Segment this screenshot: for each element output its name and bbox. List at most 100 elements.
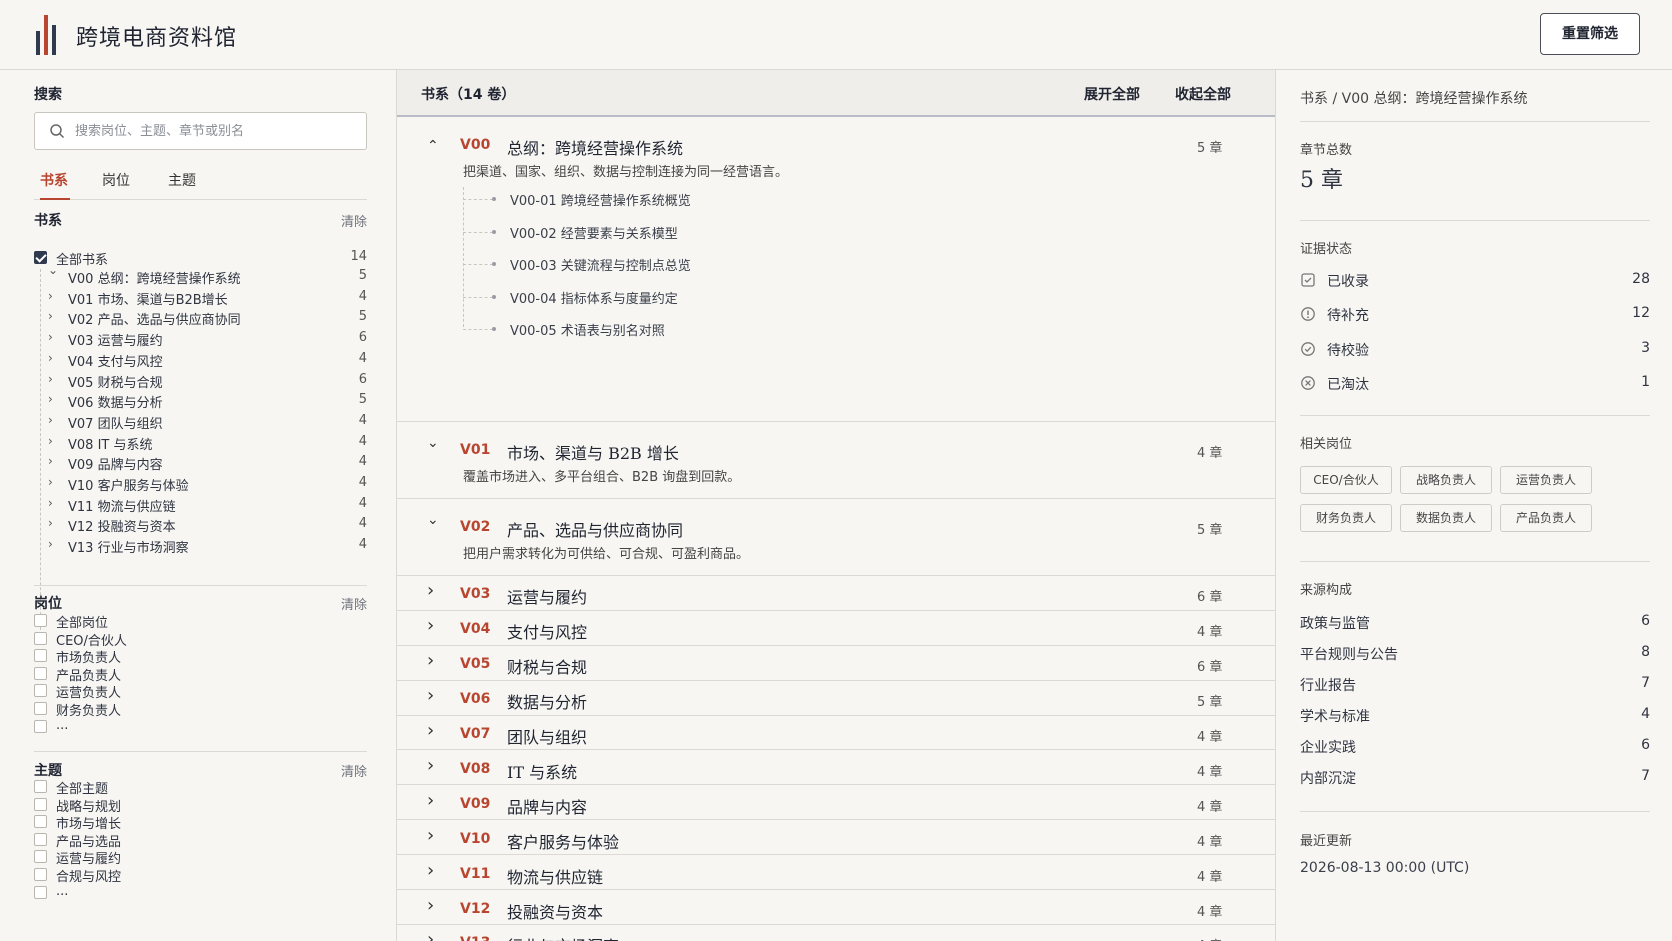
evidence-status-row[interactable]: 已淘汰 1 [1300,372,1650,394]
volume-item[interactable]: › V10 客户服务与体验 4 章 [397,820,1275,856]
chevron-right-icon[interactable]: › [48,434,58,448]
chevron-right-icon[interactable]: › [48,475,58,489]
series-tree-item[interactable]: › V10 客户服务与体验 4 [48,474,367,494]
chevron-right-icon[interactable]: › [48,289,58,303]
chapter-item[interactable]: V00-04 指标体系与度量约定 [463,288,763,308]
tab-roles[interactable]: 岗位 [102,170,130,200]
chevron-right-icon[interactable]: › [427,860,434,881]
series-tree-item[interactable]: › V05 财税与合规 6 [48,371,367,391]
series-tree-item[interactable]: › V08 IT 与系统 4 [48,433,367,453]
chevron-right-icon[interactable]: › [427,929,434,941]
series-tree-item-label: V05 财税与合规 [68,375,163,391]
role-filter-checkbox[interactable] [34,684,47,698]
chevron-right-icon[interactable]: › [427,825,434,846]
volume-item[interactable]: ⌃ V00 总纲：跨境经营操作系统 5 章把渠道、国家、组织、数据与控制连接为同一经营… [397,117,1275,422]
volume-item[interactable]: › V09 品牌与内容 4 章 [397,785,1275,821]
chevron-right-icon[interactable]: › [48,392,58,406]
chevron-right-icon[interactable]: › [427,580,434,601]
chevron-right-icon[interactable]: › [427,615,434,636]
role-chip[interactable]: 运营负责人 [1500,466,1592,494]
role-chip[interactable]: 战略负责人 [1400,466,1492,494]
evidence-status-row[interactable]: 待补充 12 [1300,303,1650,325]
chevron-down-icon[interactable]: ⌄ [427,435,439,451]
volume-item[interactable]: › V03 运营与履约 6 章 [397,576,1275,611]
series-tree-item[interactable]: › V02 产品、选品与供应商协同 5 [48,308,367,328]
series-all-option[interactable]: 全部书系 14 [34,248,367,268]
search-input[interactable] [75,121,355,141]
series-tree-item[interactable]: ⌄ V00 总纲：跨境经营操作系统 5 [48,263,367,287]
series-tree-item[interactable]: › V06 数据与分析 5 [48,391,367,411]
chevron-right-icon[interactable]: › [48,454,58,468]
topic-filter-checkbox[interactable] [34,797,47,811]
tab-series[interactable]: 书系 [40,170,70,200]
chevron-right-icon[interactable]: › [48,351,58,365]
volume-item[interactable]: › V04 支付与风控 4 章 [397,611,1275,646]
search-box[interactable] [34,112,367,150]
chevron-right-icon[interactable]: › [48,330,58,344]
chevron-right-icon[interactable]: › [427,685,434,706]
series-all-checkbox[interactable] [34,251,47,264]
topic-filter-checkbox[interactable] [34,885,47,899]
topic-filter-checkbox[interactable] [34,850,47,864]
series-tree-item[interactable]: › V01 市场、渠道与B2B增长 4 [48,288,367,308]
volume-item[interactable]: ⌄ V02 产品、选品与供应商协同 5 章把用户需求转化为可供给、可合规、可盈利商品。 [397,499,1275,576]
volume-item[interactable]: › V13 行业与市场洞察 4 章 [397,925,1275,941]
volume-item[interactable]: › V07 团队与组织 4 章 [397,716,1275,751]
role-chip[interactable]: 数据负责人 [1400,504,1492,532]
role-filter-option[interactable]: ... [34,717,367,737]
chapter-item[interactable]: V00-03 关键流程与控制点总览 [463,255,763,275]
role-chip[interactable]: CEO/合伙人 [1300,466,1392,494]
role-filter-checkbox[interactable] [34,614,47,627]
chevron-right-icon[interactable]: › [48,372,58,386]
series-tree-item[interactable]: › V09 品牌与内容 4 [48,453,367,473]
topic-filter-option[interactable]: ... [34,883,367,903]
chevron-right-icon[interactable]: › [48,496,58,510]
topic-filter-checkbox[interactable] [34,868,47,881]
series-tree-item[interactable]: › V03 运营与履约 6 [48,329,367,349]
topic-filter-checkbox[interactable] [34,832,47,846]
chevron-right-icon[interactable]: › [48,537,58,551]
chevron-right-icon[interactable]: › [427,895,434,916]
series-all-count: 14 [350,249,367,264]
tab-topics[interactable]: 主题 [168,170,196,200]
volume-item[interactable]: › V11 物流与供应链 4 章 [397,855,1275,891]
series-tree-item[interactable]: › V12 投融资与资本 4 [48,515,367,535]
series-tree-item[interactable]: › V11 物流与供应链 4 [48,495,367,515]
chapter-item[interactable]: V00-01 跨境经营操作系统概览 [463,190,763,210]
chevron-right-icon[interactable]: › [427,790,434,811]
topic-filter-checkbox[interactable] [34,815,47,829]
topic-filter-checkbox[interactable] [34,780,47,793]
role-chip[interactable]: 财务负责人 [1300,504,1392,532]
chapter-item[interactable]: V00-05 术语表与别名对照 [463,320,763,340]
evidence-status-row[interactable]: 已收录 28 [1300,269,1650,291]
role-filter-checkbox[interactable] [34,631,47,645]
volume-item[interactable]: ⌄ V01 市场、渠道与 B2B 增长 4 章覆盖市场进入、多平台组合、B2B 询盘到… [397,422,1275,499]
expand-all-button[interactable]: 展开全部 [1084,84,1140,104]
chapter-item[interactable]: V00-02 经营要素与关系模型 [463,223,763,243]
role-filter-checkbox[interactable] [34,649,47,663]
series-tree-item[interactable]: › V13 行业与市场洞察 4 [48,536,367,556]
chevron-right-icon[interactable]: › [427,755,434,776]
chevron-right-icon[interactable]: › [427,720,434,741]
role-filter-checkbox[interactable] [34,702,47,715]
role-chip[interactable]: 产品负责人 [1500,504,1592,532]
collapse-all-button[interactable]: 收起全部 [1175,84,1231,104]
chevron-right-icon[interactable]: › [48,309,58,323]
volume-item[interactable]: › V06 数据与分析 5 章 [397,681,1275,716]
role-filter-checkbox[interactable] [34,666,47,680]
volume-item[interactable]: › V05 财税与合规 6 章 [397,646,1275,681]
reset-filters-button[interactable]: 重置筛选 [1540,13,1640,55]
chevron-down-icon[interactable]: ⌄ [427,512,439,528]
series-tree-item[interactable]: › V07 团队与组织 4 [48,412,367,432]
chevron-right-icon[interactable]: › [48,516,58,530]
evidence-status-row[interactable]: 待校验 3 [1300,338,1650,360]
chevron-up-icon[interactable]: ⌃ [427,138,439,154]
chevron-right-icon[interactable]: › [48,413,58,427]
chevron-right-icon[interactable]: › [427,650,434,671]
chevron-down-icon[interactable]: ⌄ [48,263,58,277]
series-clear-button[interactable]: 清除 [341,211,367,230]
volume-item[interactable]: › V12 投融资与资本 4 章 [397,890,1275,925]
role-filter-checkbox[interactable] [34,719,47,733]
volume-item[interactable]: › V08 IT 与系统 4 章 [397,751,1275,786]
series-tree-item[interactable]: › V04 支付与风控 4 [48,350,367,370]
